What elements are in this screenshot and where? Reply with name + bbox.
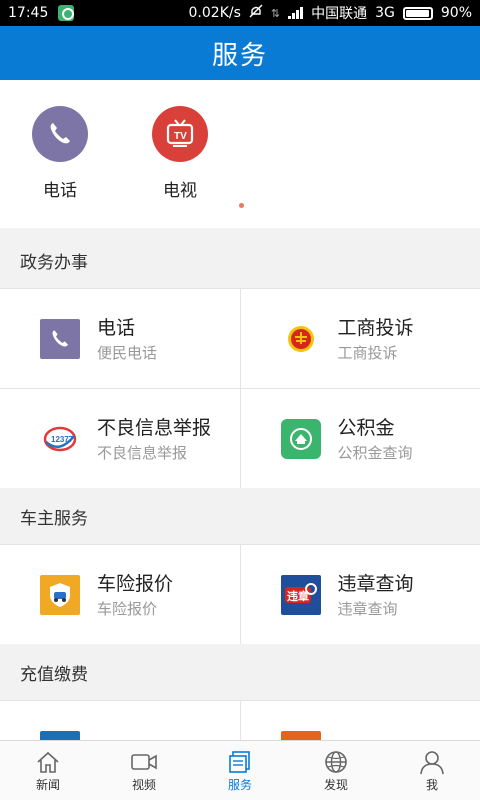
battery-level: 90% (440, 5, 472, 21)
network-type: 3G (375, 5, 395, 21)
app-header: 服务 (0, 26, 480, 80)
quick-item-label: 电视 (163, 181, 197, 201)
nav-label: 我 (425, 778, 438, 792)
svg-text:12377: 12377 (51, 435, 74, 444)
grid-row: 电话 便民电话 工商投诉 工商投诉 (0, 289, 480, 389)
section-title-government: 政务办事 (0, 232, 480, 288)
battery-icon (402, 6, 433, 20)
service-business-complaint[interactable]: 工商投诉 工商投诉 (239, 289, 480, 388)
service-subtitle: 工商投诉 (337, 343, 398, 362)
quick-item-label: 电话 (43, 181, 77, 201)
status-time: 17:45 (8, 5, 49, 21)
nav-label: 视频 (131, 778, 156, 792)
signal-icon (288, 7, 304, 19)
nav-label: 发现 (323, 778, 348, 792)
service-title: 电话 (97, 316, 136, 339)
service-phone[interactable]: 电话 便民电话 (0, 289, 240, 388)
bottom-nav: 新闻 视频 服务 发现 我 (0, 740, 480, 800)
service-subtitle: 公积金查询 (337, 443, 413, 462)
service-housing-fund[interactable]: 公积金 公积金查询 (239, 389, 480, 488)
section-title-car-owner: 车主服务 (0, 488, 480, 544)
grid-row: 12377 不良信息举报 不良信息举报 公积金 公积金查询 (0, 389, 480, 489)
car-owner-services-grid: 车险报价 车险报价 违章 违章查询 违章查询 (0, 544, 480, 645)
service-subtitle: 不良信息举报 (97, 443, 188, 462)
service-violation-query[interactable]: 违章 违章查询 违章查询 (239, 545, 480, 644)
service-subtitle: 违章查询 (337, 599, 398, 618)
housing-fund-icon (280, 418, 321, 459)
nav-video[interactable]: 视频 (96, 741, 192, 800)
status-bar: 17:45 0.02K/s ⇅ 中国联通 3G 90% (0, 0, 480, 26)
service-title: 工商投诉 (337, 316, 414, 339)
page-title: 服务 (211, 40, 268, 71)
service-title: 车险报价 (97, 572, 174, 595)
service-title: 公积金 (337, 416, 395, 439)
quick-item-tv[interactable]: TV 电视 (132, 106, 228, 201)
nav-service[interactable]: 服务 (192, 741, 288, 800)
svg-text:TV: TV (174, 131, 187, 142)
video-icon (130, 748, 158, 776)
home-icon (35, 748, 61, 776)
notification-app-icon (58, 5, 75, 21)
quick-services: 电话 TV 电视 (0, 80, 480, 228)
tv-icon: TV (152, 106, 208, 162)
government-services-grid: 电话 便民电话 工商投诉 工商投诉 12377 不良信息举报 不良信息举报 公积… (0, 288, 480, 489)
nav-label: 服务 (227, 778, 252, 792)
report-12377-icon: 12377 (40, 419, 80, 459)
nav-me[interactable]: 我 (384, 741, 480, 800)
quick-item-phone[interactable]: 电话 (12, 106, 108, 201)
nav-label: 新闻 (35, 778, 60, 792)
grid-row: 车险报价 车险报价 违章 违章查询 违章查询 (0, 545, 480, 645)
pager-indicator (239, 203, 244, 208)
phone-icon (40, 318, 80, 359)
phone-icon (32, 106, 88, 162)
car-insurance-icon (40, 574, 80, 615)
service-title: 不良信息举报 (97, 416, 212, 439)
network-speed: 0.02K/s (188, 5, 241, 21)
nav-discover[interactable]: 发现 (288, 741, 384, 800)
service-bad-info-report[interactable]: 12377 不良信息举报 不良信息举报 (0, 389, 240, 488)
service-title: 违章查询 (337, 572, 414, 595)
person-icon (419, 748, 445, 776)
screen: 17:45 0.02K/s ⇅ 中国联通 3G 90% 服务 电话 TV 电视 … (0, 0, 480, 800)
service-icon (227, 748, 253, 776)
data-transfer-icon: ⇅ (270, 6, 281, 20)
nav-news[interactable]: 新闻 (0, 741, 96, 800)
badge-emblem-icon (281, 319, 321, 359)
violation-query-icon: 违章 (280, 574, 321, 615)
service-subtitle: 车险报价 (97, 599, 158, 618)
service-subtitle: 便民电话 (97, 343, 158, 362)
service-car-insurance[interactable]: 车险报价 车险报价 (0, 545, 240, 644)
globe-icon (323, 748, 349, 776)
mute-icon (249, 4, 263, 22)
section-title-recharge: 充值缴费 (0, 644, 480, 700)
carrier-name: 中国联通 (311, 6, 368, 22)
